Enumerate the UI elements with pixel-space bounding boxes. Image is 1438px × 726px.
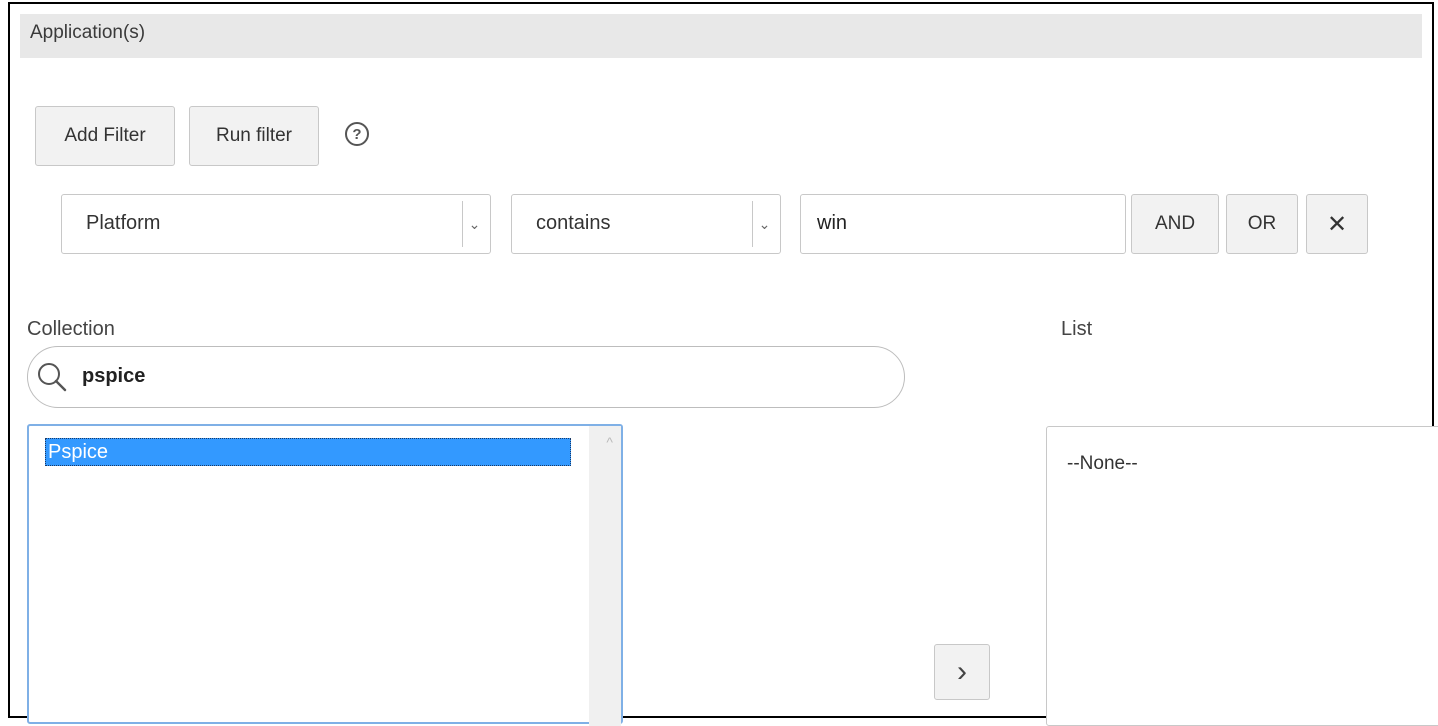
collection-listbox[interactable]: Pspice ^ xyxy=(27,424,623,726)
scrollbar[interactable]: ^ xyxy=(589,426,621,726)
and-button[interactable]: AND xyxy=(1131,194,1219,254)
filter-value-text: win xyxy=(817,212,848,234)
or-button[interactable]: OR xyxy=(1226,194,1298,254)
filter-field-value: Platform xyxy=(86,212,161,234)
search-icon xyxy=(38,363,67,392)
close-icon[interactable]: ✕ xyxy=(1306,194,1368,254)
chevron-right-icon[interactable]: › xyxy=(934,644,990,700)
filter-operator-select[interactable]: contains ⌄ xyxy=(511,194,781,254)
list-empty-placeholder: --None-- xyxy=(1067,453,1138,474)
chevron-down-icon[interactable]: ⌄ xyxy=(752,201,776,247)
run-filter-button[interactable]: Run filter xyxy=(189,106,319,166)
help-circle-icon[interactable]: ? xyxy=(345,122,369,146)
search-query: pspice xyxy=(82,365,146,387)
list-item[interactable]: Pspice xyxy=(45,438,571,466)
section-header: Application(s) xyxy=(20,14,1422,58)
filter-field-select[interactable]: Platform ⌄ xyxy=(61,194,491,254)
chevron-up-icon[interactable]: ^ xyxy=(606,434,613,450)
list-label: List xyxy=(1061,318,1093,340)
section-title: Application(s) xyxy=(30,22,146,43)
chevron-down-icon[interactable]: ⌄ xyxy=(462,201,486,247)
collection-search-input[interactable]: pspice xyxy=(27,346,905,408)
filter-value-input[interactable]: win xyxy=(800,194,1126,254)
add-filter-button[interactable]: Add Filter xyxy=(35,106,175,166)
filter-operator-value: contains xyxy=(536,212,611,234)
list-listbox[interactable]: --None-- xyxy=(1046,426,1438,726)
collection-label: Collection xyxy=(27,318,115,340)
